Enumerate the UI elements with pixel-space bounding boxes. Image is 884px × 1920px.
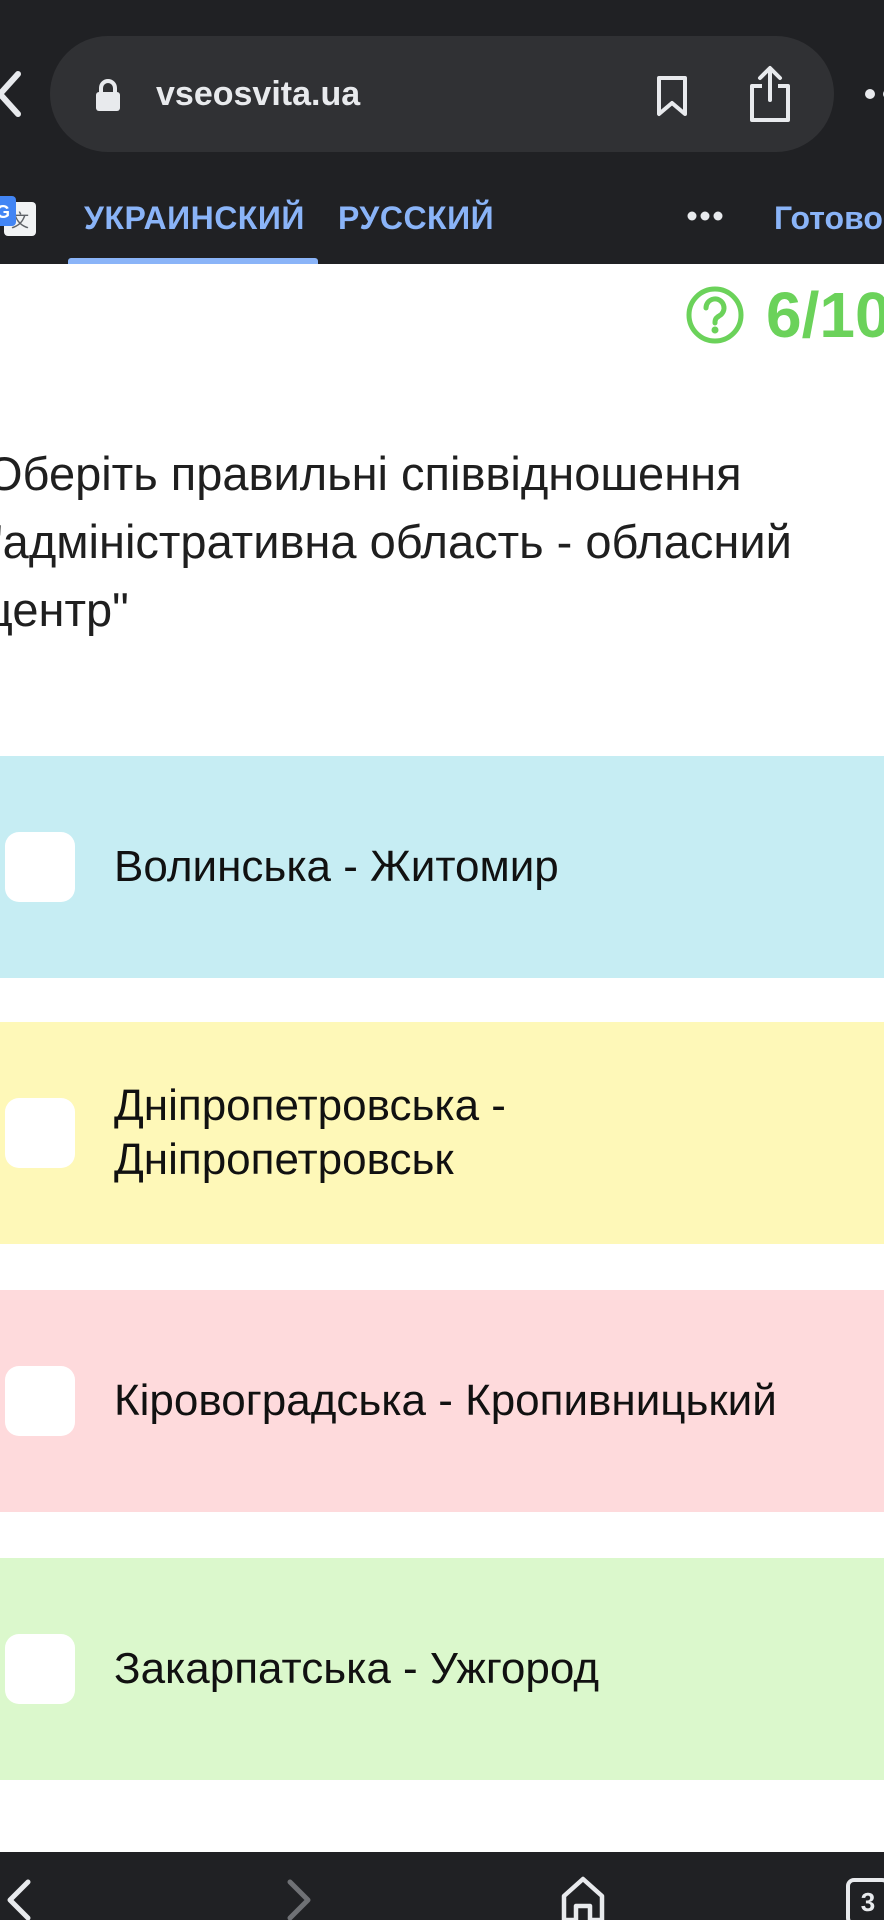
nav-back-icon[interactable] xyxy=(4,1878,34,1920)
question-mark-icon xyxy=(686,286,744,344)
option-checkbox[interactable] xyxy=(5,1098,75,1168)
bottom-navigation: 3 xyxy=(0,1852,884,1920)
home-icon[interactable] xyxy=(560,1874,606,1920)
lock-icon xyxy=(94,78,122,112)
tab-source-language[interactable]: УКРАИНСКИЙ xyxy=(84,188,305,248)
option-label: Дніпропетровська - Дніпропетровськ xyxy=(114,1081,506,1184)
more-options-icon[interactable] xyxy=(686,204,724,228)
back-arrow-icon[interactable] xyxy=(0,68,24,120)
answer-option[interactable]: Закарпатська - Ужгород xyxy=(0,1558,884,1780)
translate-bar: 文 G УКРАИНСКИЙ РУССКИЙ Готово xyxy=(0,160,884,264)
option-checkbox[interactable] xyxy=(5,832,75,902)
more-icon[interactable] xyxy=(862,84,884,104)
question-text: Оберіть правильні співвідношення "адміні… xyxy=(0,447,792,636)
tab-target-language[interactable]: РУССКИЙ xyxy=(338,188,494,248)
answer-option[interactable]: Волинська - Житомир xyxy=(0,756,884,978)
question-counter: 6/10 xyxy=(766,279,884,351)
svg-text:G: G xyxy=(0,202,10,222)
share-icon[interactable] xyxy=(746,64,794,124)
answer-option[interactable]: Дніпропетровська - Дніпропетровськ xyxy=(0,1022,884,1244)
option-checkbox[interactable] xyxy=(5,1366,75,1436)
option-label: Закарпатська - Ужгород xyxy=(114,1644,600,1693)
option-label: Волинська - Житомир xyxy=(114,842,559,891)
done-button[interactable]: Готово xyxy=(774,188,883,248)
url-text[interactable]: vseosvita.ua xyxy=(156,70,360,118)
answer-option[interactable]: Кіровоградська - Кропивницький xyxy=(0,1290,884,1512)
option-label: Кіровоградська - Кропивницький xyxy=(114,1376,777,1425)
browser-toolbar: vseosvita.ua xyxy=(0,0,884,160)
nav-forward-icon[interactable] xyxy=(284,1878,314,1920)
quiz-page: 6/10 Оберіть правильні співвідношення "а… xyxy=(0,264,884,1852)
google-translate-icon: 文 G xyxy=(0,196,38,242)
address-bar[interactable]: vseosvita.ua xyxy=(50,36,834,152)
option-checkbox[interactable] xyxy=(5,1634,75,1704)
tab-count-button[interactable]: 3 xyxy=(846,1878,884,1920)
bookmark-icon[interactable] xyxy=(654,74,690,118)
